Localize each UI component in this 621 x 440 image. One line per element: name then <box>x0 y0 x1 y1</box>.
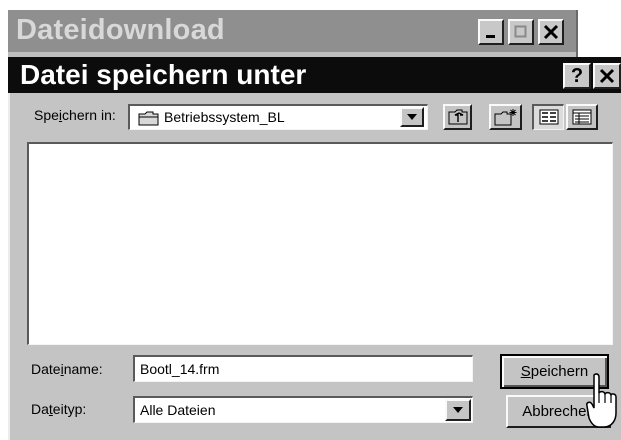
details-view-icon <box>572 109 592 125</box>
filetype-dropdown-button[interactable] <box>445 399 471 421</box>
background-close-button[interactable] <box>538 19 564 45</box>
help-icon: ? <box>570 65 584 87</box>
minimize-icon <box>486 35 495 38</box>
close-icon <box>599 68 615 84</box>
maximize-button <box>508 19 534 45</box>
dropdown-arrow-icon <box>407 114 417 120</box>
close-icon <box>543 24 559 40</box>
up-one-level-button[interactable] <box>443 104 472 130</box>
hand-cursor-icon <box>586 373 617 428</box>
filetype-label: Dateityp: <box>31 401 87 417</box>
details-view-button[interactable] <box>566 104 598 130</box>
file-list[interactable] <box>27 142 613 345</box>
dialog-title: Datei speichern unter <box>20 59 307 90</box>
filename-label: Dateiname: <box>31 361 103 377</box>
help-button[interactable]: ? <box>563 63 591 89</box>
list-view-icon <box>539 109 559 125</box>
minimize-button[interactable] <box>478 19 504 45</box>
cancel-button-label: Abbrechen <box>522 403 595 420</box>
save-in-label: Speichern in: <box>34 107 116 123</box>
dialog-close-button[interactable] <box>593 63 621 89</box>
folder-icon <box>138 111 159 126</box>
filename-input[interactable]: Bootl_14.frm <box>133 355 473 382</box>
up-one-level-icon <box>448 109 467 125</box>
save-in-dropdown[interactable]: Betriebssystem_BL <box>128 104 428 130</box>
filetype-dropdown[interactable]: Alle Dateien <box>133 396 473 423</box>
background-window-title: Dateidownload <box>16 14 225 46</box>
new-folder-icon <box>494 109 516 126</box>
filename-value: Bootl_14.frm <box>140 361 220 377</box>
dropdown-arrow-icon <box>453 407 463 413</box>
filetype-value: Alle Dateien <box>140 402 216 418</box>
maximize-icon <box>514 25 527 38</box>
save-in-dropdown-button[interactable] <box>400 107 424 127</box>
save-in-value: Betriebssystem_BL <box>164 109 285 125</box>
new-folder-button[interactable] <box>489 104 522 130</box>
save-button-label: Speichern <box>520 363 589 380</box>
list-view-button[interactable] <box>532 104 564 130</box>
